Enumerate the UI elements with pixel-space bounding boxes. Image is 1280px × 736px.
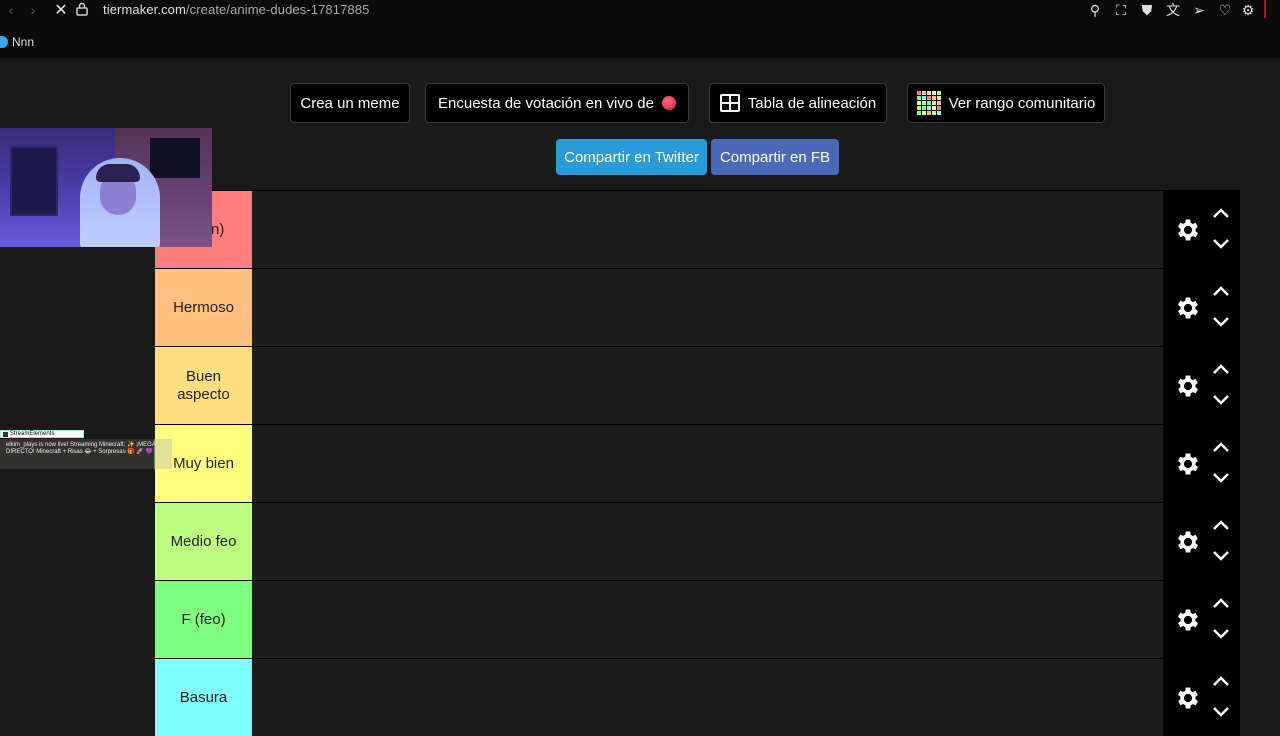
- gear-icon[interactable]: [1174, 606, 1202, 634]
- chevron-up-icon[interactable]: [1211, 440, 1231, 454]
- stream-alert-brand: StreamElements: [10, 431, 55, 437]
- chevron-up-icon[interactable]: [1211, 674, 1231, 688]
- stream-alert-message: elkim_plays is now live! Streaming Minec…: [0, 439, 172, 469]
- heart-icon[interactable]: ♡: [1212, 2, 1238, 19]
- bookmark-favicon-icon: [0, 36, 8, 48]
- tier-label[interactable]: Basura: [155, 659, 252, 736]
- create-meme-label: Crea un meme: [300, 94, 400, 112]
- address-bar[interactable]: tiermaker.com/create/anime-dudes-1781788…: [103, 2, 369, 17]
- share-twitter-label: Compartir en Twitter: [564, 148, 699, 166]
- browser-toolbar: ‹ › ✕ tiermaker.com/create/anime-dudes-1…: [0, 0, 1280, 58]
- tier-list: a con) Hermoso Buen aspecto Muy bien: [155, 190, 1240, 736]
- bookmark-label: Nnn: [12, 35, 35, 49]
- tier-controls: [1163, 659, 1240, 736]
- webcam-lamp: [150, 138, 200, 178]
- chevron-down-icon[interactable]: [1211, 471, 1231, 485]
- action-buttons: Crea un meme Encuesta de votación en viv…: [0, 83, 1280, 123]
- chevron-down-icon[interactable]: [1211, 549, 1231, 563]
- gear-icon[interactable]: [1174, 684, 1202, 712]
- stream-alert-side: [154, 439, 172, 469]
- alignment-chart-button[interactable]: Tabla de alineación: [709, 83, 887, 123]
- webcam-hair: [96, 164, 140, 182]
- tier-controls: [1163, 191, 1240, 268]
- community-rank-button[interactable]: Ver rango comunitario: [907, 83, 1105, 123]
- chevron-down-icon[interactable]: [1211, 627, 1231, 641]
- pin-icon[interactable]: ⚲: [1082, 2, 1108, 19]
- share-fb-button[interactable]: Compartir en FB: [711, 139, 839, 175]
- gear-icon[interactable]: [1174, 216, 1202, 244]
- translate-icon[interactable]: 文: [1160, 0, 1186, 20]
- alignment-chart-label: Tabla de alineación: [747, 94, 877, 112]
- window-edge-accent: [1264, 0, 1266, 18]
- tier-drop-zone[interactable]: [252, 425, 1163, 502]
- chevron-up-icon[interactable]: [1211, 206, 1231, 220]
- gear-icon[interactable]: [1174, 528, 1202, 556]
- chevron-up-icon[interactable]: [1211, 284, 1231, 298]
- stream-alert-header: StreamElements: [0, 430, 84, 438]
- tier-drop-zone[interactable]: [252, 581, 1163, 658]
- chevron-up-icon[interactable]: [1211, 362, 1231, 376]
- live-vote-label: Encuesta de votación en vivo de: [438, 94, 654, 112]
- tier-row: Medio feo: [155, 502, 1240, 580]
- streamelements-logo-icon: [3, 431, 8, 437]
- webcam-overlay: [0, 128, 212, 247]
- tier-controls: [1163, 503, 1240, 580]
- webcam-shelf: [10, 146, 58, 216]
- chevron-down-icon[interactable]: [1211, 705, 1231, 719]
- live-vote-button[interactable]: Encuesta de votación en vivo de: [425, 83, 689, 123]
- chevron-up-icon[interactable]: [1211, 518, 1231, 532]
- gear-icon[interactable]: [1174, 450, 1202, 478]
- back-icon[interactable]: ‹: [0, 2, 22, 18]
- tier-label[interactable]: F (feo): [155, 581, 252, 658]
- tier-drop-zone[interactable]: [252, 659, 1163, 736]
- chevron-up-icon[interactable]: [1211, 596, 1231, 610]
- url-path: /create/anime-dudes-17817885: [185, 2, 370, 17]
- create-meme-button[interactable]: Crea un meme: [290, 83, 410, 123]
- extension-toolbar: ⚲ ⛶ ⛊ 文 ➢ ♡ ⚙: [1082, 0, 1280, 20]
- tier-drop-zone[interactable]: [252, 347, 1163, 424]
- tier-row: Buen aspecto: [155, 346, 1240, 424]
- shield-icon[interactable]: ⛊: [1134, 2, 1160, 19]
- stream-alert-overlay: StreamElements elkim_plays is now live! …: [0, 430, 172, 470]
- forward-icon[interactable]: ›: [22, 2, 44, 18]
- chevron-down-icon[interactable]: [1211, 315, 1231, 329]
- stop-loading-icon[interactable]: ✕: [50, 0, 72, 20]
- live-dot-icon: [661, 96, 676, 110]
- tier-row: Hermoso: [155, 268, 1240, 346]
- screenshot-icon[interactable]: ⛶: [1108, 2, 1134, 19]
- share-twitter-button[interactable]: Compartir en Twitter: [556, 139, 707, 175]
- tier-controls: [1163, 347, 1240, 424]
- tier-row: Muy bien: [155, 424, 1240, 502]
- tier-label[interactable]: Buen aspecto: [155, 347, 252, 424]
- tier-label[interactable]: Hermoso: [155, 269, 252, 346]
- lock-icon: [76, 2, 88, 16]
- send-icon[interactable]: ➢: [1186, 2, 1212, 19]
- url-host: tiermaker.com: [103, 2, 186, 17]
- bookmark-item[interactable]: Nnn: [0, 32, 34, 52]
- tier-row: Basura: [155, 658, 1240, 736]
- gear-icon[interactable]: [1174, 294, 1202, 322]
- grid-icon: [719, 94, 740, 112]
- tier-drop-zone[interactable]: [252, 191, 1163, 268]
- nav-controls: ‹ › ✕: [0, 0, 72, 20]
- tier-drop-zone[interactable]: [252, 269, 1163, 346]
- tier-row: F (feo): [155, 580, 1240, 658]
- settings-icon[interactable]: ⚙: [1238, 2, 1258, 19]
- community-rank-label: Ver rango comunitario: [948, 94, 1096, 112]
- color-grid-icon: [916, 91, 941, 115]
- share-fb-label: Compartir en FB: [719, 148, 831, 166]
- gear-icon[interactable]: [1174, 372, 1202, 400]
- tier-drop-zone[interactable]: [252, 503, 1163, 580]
- tier-label[interactable]: Medio feo: [155, 503, 252, 580]
- tier-controls: [1163, 581, 1240, 658]
- tier-controls: [1163, 425, 1240, 502]
- tier-controls: [1163, 269, 1240, 346]
- chevron-down-icon[interactable]: [1211, 237, 1231, 251]
- chevron-down-icon[interactable]: [1211, 393, 1231, 407]
- tier-row: a con): [155, 190, 1240, 268]
